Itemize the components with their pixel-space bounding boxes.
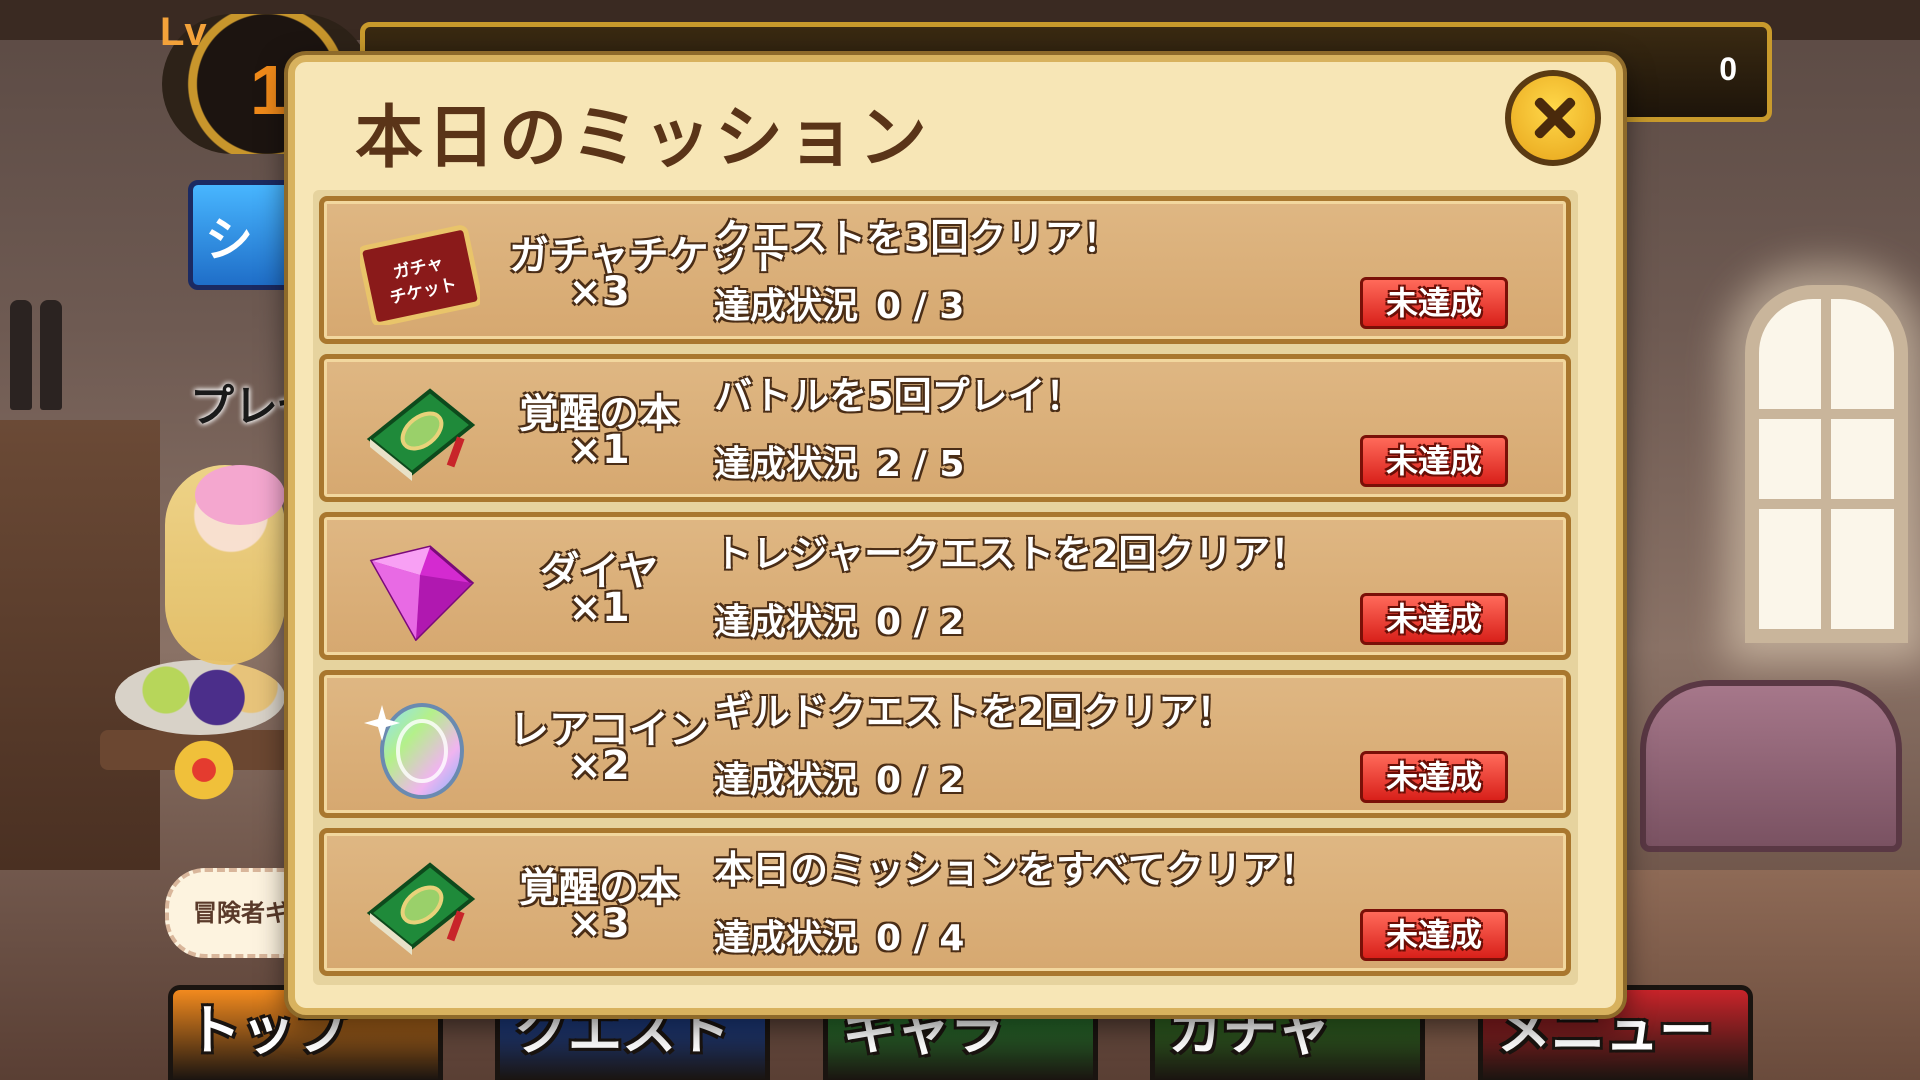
progress-current: 0 [876, 760, 902, 801]
reward-quantity: ×3 [568, 269, 630, 315]
progress-total: 2 [939, 602, 965, 643]
mission-description: バトルを5回プレイ！ [714, 374, 1084, 418]
wooden-cabinet [0, 420, 160, 870]
wine-bottle [40, 300, 62, 410]
progress-current: 0 [876, 286, 902, 327]
mission-progress: 達成状況 0 / 2 [714, 593, 964, 645]
mission-row: レアコイン ×2 ギルドクエストを2回クリア！ 達成状況 0 / 2 未達成 [319, 670, 1571, 818]
mission-description: トレジャークエストを2回クリア！ [714, 532, 1309, 576]
arrow-icon[interactable] [150, 735, 240, 805]
dialog-title: 本日のミッション [355, 99, 932, 178]
progress-separator: / [913, 918, 927, 959]
mission-row: ガチャ チケット ガチャチケット ×3 クエストを3回クリア！ 達成状況 0 / … [319, 196, 1571, 344]
progress-total: 4 [939, 918, 965, 959]
mission-row: 覚醒の本 ×3 本日のミッションをすべてクリア！ 達成状況 0 / 4 未達成 [319, 828, 1571, 976]
progress-current: 0 [876, 602, 902, 643]
fruit-bowl [115, 660, 285, 735]
status-incomplete-badge[interactable]: 未達成 [1360, 593, 1508, 645]
shop-button[interactable]: ショ [188, 180, 298, 290]
status-incomplete-badge[interactable]: 未達成 [1360, 435, 1508, 487]
progress-label: 達成状況 [714, 760, 859, 801]
progress-total: 3 [939, 286, 965, 327]
mission-description: ギルドクエストを2回クリア！ [714, 690, 1235, 734]
status-incomplete-badge[interactable]: 未達成 [1360, 751, 1508, 803]
progress-current: 2 [876, 444, 902, 485]
status-incomplete-badge[interactable]: 未達成 [1360, 277, 1508, 329]
mission-row: 覚醒の本 ×1 バトルを5回プレイ！ 達成状況 2 / 5 未達成 [319, 354, 1571, 502]
reward-quantity: ×3 [568, 901, 630, 947]
mission-progress: 達成状況 0 / 2 [714, 751, 964, 803]
mission-progress: 達成状況 2 / 5 [714, 435, 964, 487]
awakening-book-icon [366, 388, 476, 481]
arched-window [1745, 285, 1908, 643]
wine-bottle [10, 300, 32, 410]
progress-separator: / [913, 760, 927, 801]
currency-count: 0 [1719, 51, 1737, 87]
progress-current: 0 [876, 918, 902, 959]
progress-separator: / [913, 602, 927, 643]
rare-coin-icon [364, 703, 464, 799]
mission-description: クエストを3回クリア！ [714, 216, 1121, 260]
mission-progress: 達成状況 0 / 4 [714, 909, 964, 961]
progress-separator: / [913, 286, 927, 327]
gacha-ticket-icon: ガチャ チケット [360, 225, 480, 325]
treasure-chest [1640, 680, 1902, 852]
progress-separator: / [913, 444, 927, 485]
reward-quantity: ×2 [568, 743, 630, 789]
diamond-icon [369, 545, 475, 641]
mission-progress: 達成状況 0 / 3 [714, 277, 964, 329]
level-value: 1 [250, 51, 289, 129]
mission-list: ガチャ チケット ガチャチケット ×3 クエストを3回クリア！ 達成状況 0 / … [313, 190, 1578, 985]
reward-quantity: ×1 [568, 585, 630, 631]
mission-description: 本日のミッションをすべてクリア！ [714, 848, 1318, 892]
progress-total: 2 [939, 760, 965, 801]
progress-total: 5 [939, 444, 965, 485]
status-incomplete-badge[interactable]: 未達成 [1360, 909, 1508, 961]
progress-label: 達成状況 [714, 286, 859, 327]
mission-row: ダイヤ ×1 トレジャークエストを2回クリア！ 達成状況 0 / 2 未達成 [319, 512, 1571, 660]
level-label: Lv [160, 10, 207, 54]
progress-label: 達成状況 [714, 918, 859, 959]
close-button[interactable] [1505, 70, 1601, 166]
progress-label: 達成状況 [714, 602, 859, 643]
progress-label: 達成状況 [714, 444, 859, 485]
reward-quantity: ×1 [568, 427, 630, 473]
fairy-hair [195, 465, 285, 525]
awakening-book-icon [366, 862, 476, 955]
